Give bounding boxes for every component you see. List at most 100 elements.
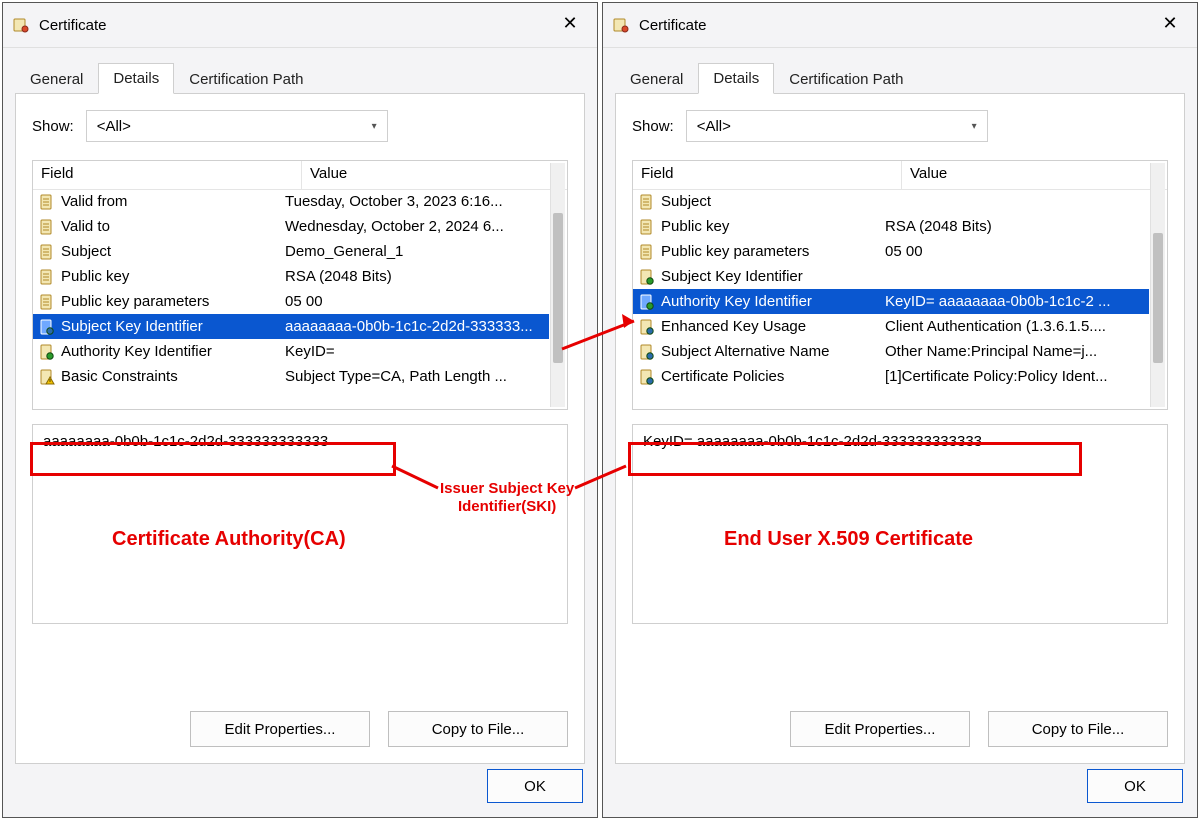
field-name: Valid to [61,218,285,235]
chevron-down-icon: ▾ [972,121,977,132]
show-selected-value: <All> [97,118,131,135]
ext-icon [637,369,657,385]
field-name: Public key [661,218,885,235]
window-title: Certificate [39,17,107,34]
tabstrip: General Details Certification Path [615,59,1185,94]
table-row[interactable]: Enhanced Key UsageClient Authentication … [633,314,1149,339]
table-row[interactable]: Valid toWednesday, October 2, 2024 6... [33,214,549,239]
detail-value-box[interactable]: aaaaaaaa-0b0b-1c1c-2d2d-333333333333 [32,424,568,624]
field-list-header: Field Value [33,161,567,190]
ext-icon [637,344,657,360]
show-dropdown[interactable]: <All> ▾ [86,110,388,142]
table-row[interactable]: Authority Key IdentifierKeyID= aaaaaaaa-… [633,289,1149,314]
certificate-dialog-left: Certificate ✕ General Details Certificat… [2,2,598,818]
chevron-down-icon: ▾ [372,121,377,132]
table-row[interactable]: Authority Key IdentifierKeyID= [33,339,549,364]
field-name: Certificate Policies [661,368,885,385]
tabstrip: General Details Certification Path [15,59,585,94]
tab-general[interactable]: General [615,64,698,94]
certificate-icon [611,15,631,35]
field-list[interactable]: Field Value SubjectPublic keyRSA (2048 B… [632,160,1168,410]
titlebar: Certificate ✕ [3,3,597,48]
detail-value-text: aaaaaaaa-0b0b-1c1c-2d2d-333333333333 [43,433,328,450]
scrollbar[interactable] [550,163,565,407]
table-row[interactable]: Certificate Policies[1]Certificate Polic… [633,364,1149,389]
field-value: KeyID= [285,343,549,360]
page-icon [37,294,57,310]
show-label: Show: [32,118,74,135]
show-label: Show: [632,118,674,135]
field-value: [1]Certificate Policy:Policy Ident... [885,368,1149,385]
field-value: Subject Type=CA, Path Length ... [285,368,549,385]
field-name: Subject Key Identifier [661,268,885,285]
ext2-icon [637,269,657,285]
field-value: Client Authentication (1.3.6.1.5.... [885,318,1149,335]
scrollbar[interactable] [1150,163,1165,407]
titlebar: Certificate ✕ [603,3,1197,48]
edit-properties-button[interactable]: Edit Properties... [790,711,970,747]
page-icon [37,269,57,285]
certificate-dialog-right: Certificate ✕ General Details Certificat… [602,2,1198,818]
page-icon [637,244,657,260]
field-name: Enhanced Key Usage [661,318,885,335]
tab-certification-path[interactable]: Certification Path [774,64,918,94]
field-value: 05 00 [285,293,549,310]
table-row[interactable]: Valid fromTuesday, October 3, 2023 6:16.… [33,189,549,214]
ext2-icon [37,344,57,360]
close-button[interactable]: ✕ [1147,3,1193,43]
scrollbar-thumb[interactable] [553,213,563,363]
column-value[interactable]: Value [902,161,1167,189]
ext-icon [37,319,57,335]
ext2-icon [637,294,657,310]
field-value: Other Name:Principal Name=j... [885,343,1149,360]
tab-certification-path[interactable]: Certification Path [174,64,318,94]
table-row[interactable]: Subject Alternative NameOther Name:Princ… [633,339,1149,364]
tab-details[interactable]: Details [698,63,774,94]
table-row[interactable]: Public key parameters05 00 [633,239,1149,264]
column-value[interactable]: Value [302,161,567,189]
field-name: Public key parameters [61,293,285,310]
table-row[interactable]: Subject [633,189,1149,214]
field-name: Subject [61,243,285,260]
field-name: Subject Alternative Name [661,343,885,360]
field-value: RSA (2048 Bits) [285,268,549,285]
field-value: Demo_General_1 [285,243,549,260]
field-value: 05 00 [885,243,1149,260]
close-icon: ✕ [562,13,577,34]
table-row[interactable]: Basic ConstraintsSubject Type=CA, Path L… [33,364,549,389]
ok-button[interactable]: OK [1087,769,1183,803]
ok-button[interactable]: OK [487,769,583,803]
page-icon [637,194,657,210]
scrollbar-thumb[interactable] [1153,233,1163,363]
field-name: Public key parameters [661,243,885,260]
tab-body: Show: <All> ▾ Field Value Valid fromTues… [15,94,585,764]
table-row[interactable]: Public keyRSA (2048 Bits) [33,264,549,289]
certificate-icon [11,15,31,35]
page-icon [37,194,57,210]
tab-details[interactable]: Details [98,63,174,94]
detail-value-box[interactable]: KeyID= aaaaaaaa-0b0b-1c1c-2d2d-333333333… [632,424,1168,624]
field-name: Basic Constraints [61,368,285,385]
edit-properties-button[interactable]: Edit Properties... [190,711,370,747]
show-dropdown[interactable]: <All> ▾ [686,110,988,142]
field-value: Tuesday, October 3, 2023 6:16... [285,193,549,210]
column-field[interactable]: Field [33,161,302,189]
table-row[interactable]: Subject Key Identifieraaaaaaaa-0b0b-1c1c… [33,314,549,339]
table-row[interactable]: Public key parameters05 00 [33,289,549,314]
table-row[interactable]: SubjectDemo_General_1 [33,239,549,264]
table-row[interactable]: Public keyRSA (2048 Bits) [633,214,1149,239]
detail-value-text: KeyID= aaaaaaaa-0b0b-1c1c-2d2d-333333333… [643,433,982,450]
warn-icon [37,369,57,385]
field-name: Valid from [61,193,285,210]
tab-general[interactable]: General [15,64,98,94]
field-list[interactable]: Field Value Valid fromTuesday, October 3… [32,160,568,410]
field-value: Wednesday, October 2, 2024 6... [285,218,549,235]
copy-to-file-button[interactable]: Copy to File... [988,711,1168,747]
copy-to-file-button[interactable]: Copy to File... [388,711,568,747]
page-icon [637,219,657,235]
close-button[interactable]: ✕ [547,3,593,43]
column-field[interactable]: Field [633,161,902,189]
table-row[interactable]: Subject Key Identifier [633,264,1149,289]
close-icon: ✕ [1162,13,1177,34]
tab-body: Show: <All> ▾ Field Value SubjectPublic … [615,94,1185,764]
